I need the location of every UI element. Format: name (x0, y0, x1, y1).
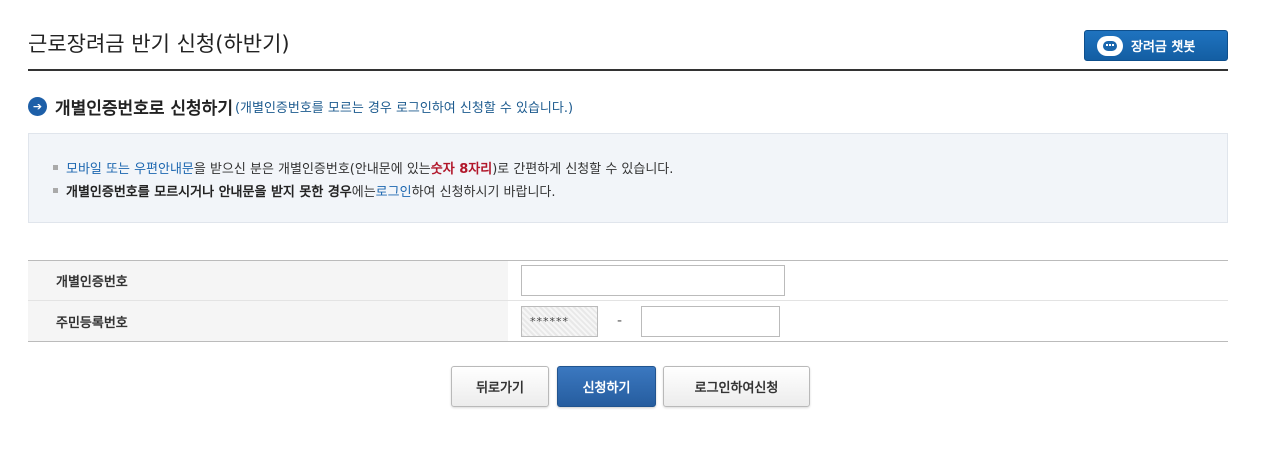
info-text: 을 받으신 분은 개별인증번호(안내문에 있는 (193, 162, 431, 177)
rrn-front-masked: ****** (521, 305, 598, 337)
info-unknown-number: 개별인증번호를 모르시거나 안내문을 받지 못한 경우 (66, 185, 352, 200)
back-button[interactable]: 뒤로가기 (451, 366, 549, 407)
apply-button[interactable]: 신청하기 (557, 366, 656, 407)
chatbot-button-label: 장려금 챗봇 (1131, 40, 1196, 55)
info-mobile-mail: 모바일 또는 우편안내문 (66, 162, 194, 177)
rrn-separator: - (616, 313, 623, 329)
chatbot-button[interactable]: 장려금 챗봇 (1084, 30, 1228, 61)
form-row-rrn: 주민등록번호 ****** - (28, 301, 1228, 341)
info-line-login: 개별인증번호를 모르시거나 안내문을 받지 못한 경우 에는 로그인 하여 신청… (53, 179, 1227, 202)
login-apply-button[interactable]: 로그인하여신청 (663, 366, 810, 407)
info-login-link[interactable]: 로그인 (376, 181, 412, 200)
application-form: 개별인증번호 주민등록번호 ****** - (28, 260, 1228, 342)
section-title: 개별인증번호로 신청하기 (55, 99, 233, 119)
info-text: 에는 (351, 185, 376, 200)
button-row: 뒤로가기 신청하기 로그인하여신청 (0, 366, 1267, 407)
rrn-cell: ****** - (508, 301, 1228, 341)
info-text: 하여 신청하시기 바랍니다. (411, 185, 556, 200)
info-line-mobile: 모바일 또는 우편안내문 을 받으신 분은 개별인증번호(안내문에 있는 숫자 … (53, 156, 1227, 179)
form-row-auth: 개별인증번호 (28, 261, 1228, 301)
rrn-back-input[interactable] (641, 305, 780, 337)
bullet-icon (53, 188, 58, 193)
arrow-right-circle-icon: ➔ (28, 97, 47, 116)
auth-number-label: 개별인증번호 (28, 261, 508, 300)
title-divider (28, 69, 1228, 71)
section-header: ➔ 개별인증번호로 신청하기 (개별인증번호를 모르는 경우 로그인하여 신청할… (28, 94, 573, 119)
page-title: 근로장려금 반기 신청(하반기) (28, 32, 290, 56)
rrn-label: 주민등록번호 (28, 301, 508, 341)
robot-icon (1097, 35, 1123, 56)
info-eight-digits: 숫자 8자리 (430, 162, 493, 177)
info-box: 모바일 또는 우편안내문 을 받으신 분은 개별인증번호(안내문에 있는 숫자 … (28, 133, 1228, 223)
auth-number-input[interactable] (521, 265, 785, 296)
auth-number-cell (508, 261, 1228, 300)
info-text: )로 간편하게 신청할 수 있습니다. (492, 162, 674, 177)
section-subtitle: (개별인증번호를 모르는 경우 로그인하여 신청할 수 있습니다.) (234, 101, 574, 116)
bullet-icon (53, 165, 58, 170)
